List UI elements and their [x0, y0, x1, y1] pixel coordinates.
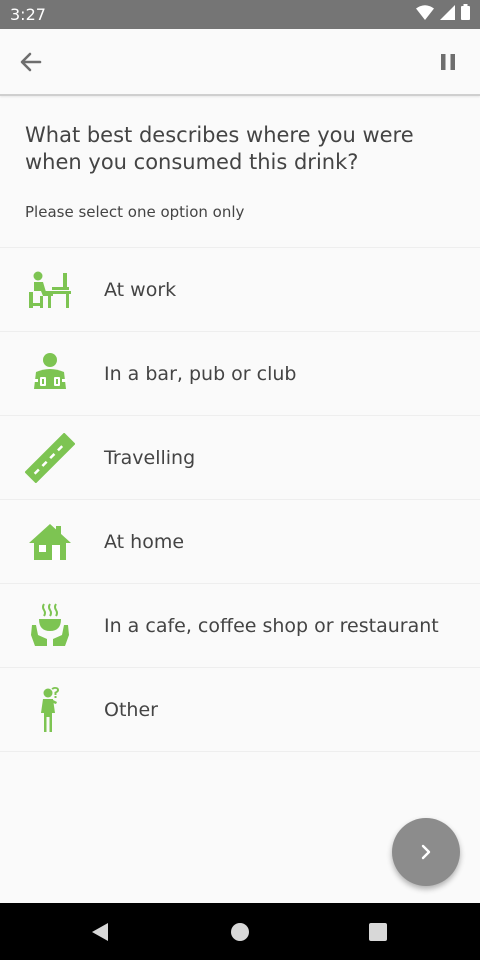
work-desk-icon [0, 248, 104, 332]
question-text: What best describes where you were when … [25, 123, 414, 174]
option-at-home[interactable]: At home [0, 500, 480, 584]
cafe-icon [0, 584, 104, 668]
status-time: 3:27 [10, 5, 46, 24]
nav-home-icon [231, 923, 249, 941]
option-label: At home [104, 530, 185, 553]
pause-icon [441, 54, 455, 70]
option-label: In a cafe, coffee shop or restaurant [104, 614, 439, 637]
nav-home-button[interactable] [230, 922, 250, 947]
road-icon [0, 416, 104, 500]
home-icon [0, 500, 104, 584]
signal-icon [440, 4, 455, 25]
option-at-work[interactable]: At work [0, 248, 480, 332]
app-bar [0, 29, 480, 96]
back-button[interactable] [16, 49, 46, 75]
bar-icon [0, 332, 104, 416]
status-bar: 3:27 [0, 0, 480, 29]
nav-back-button[interactable] [90, 922, 110, 947]
options-list: At work In a bar, pub or club Travelling… [0, 247, 480, 752]
option-label: In a bar, pub or club [104, 362, 297, 385]
option-label: Travelling [104, 446, 196, 469]
arrow-back-icon [20, 52, 42, 72]
nav-back-icon [92, 923, 108, 941]
option-other[interactable]: Other [0, 668, 480, 752]
option-label: Other [104, 698, 158, 721]
nav-recents-button[interactable] [369, 923, 387, 946]
option-bar-pub-club[interactable]: In a bar, pub or club [0, 332, 480, 416]
instruction-text: Please select one option only [25, 203, 245, 221]
nav-recents-icon [369, 923, 387, 941]
wifi-icon [416, 4, 434, 25]
option-cafe-restaurant[interactable]: In a cafe, coffee shop or restaurant [0, 584, 480, 668]
next-button[interactable] [392, 818, 460, 886]
option-label: At work [104, 278, 177, 301]
option-travelling[interactable]: Travelling [0, 416, 480, 500]
battery-icon [461, 4, 470, 25]
person-question-icon [0, 668, 104, 752]
chevron-right-icon [421, 844, 431, 860]
status-icons [416, 4, 470, 25]
pause-button[interactable] [435, 49, 461, 75]
system-nav-bar [0, 903, 480, 960]
